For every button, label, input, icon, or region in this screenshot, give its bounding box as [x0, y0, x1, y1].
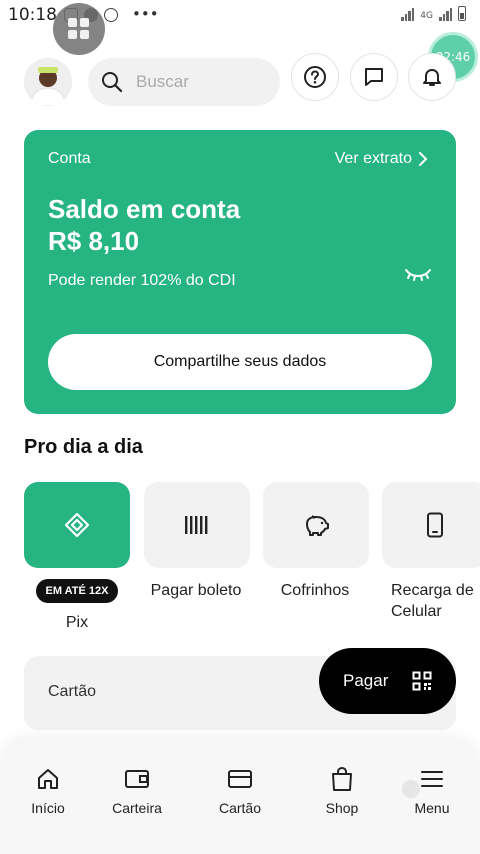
account-label: Conta — [48, 150, 91, 167]
nav-wallet[interactable]: Carteira — [92, 766, 182, 816]
notifications-button[interactable] — [408, 53, 456, 101]
statement-link[interactable]: Ver extrato — [335, 150, 428, 168]
signal-icon-2 — [439, 7, 452, 21]
search-placeholder: Buscar — [136, 72, 189, 91]
nav-menu[interactable]: Menu — [387, 766, 477, 816]
status-time: 10:18 — [8, 5, 57, 25]
help-icon — [304, 66, 326, 88]
share-data-button[interactable]: Compartilhe seus dados — [48, 334, 432, 390]
shortcut-label-pix: Pix — [65, 614, 89, 631]
qr-code-icon — [412, 671, 432, 691]
hide-balance-icon[interactable] — [404, 266, 432, 282]
piggy-bank-icon — [306, 515, 329, 536]
shortcut-pay-bill[interactable] — [144, 482, 250, 568]
balance-card[interactable]: Conta Ver extrato Saldo em conta R$ 8,10… — [24, 130, 456, 414]
barcode-icon — [185, 516, 208, 534]
pix-icon — [64, 512, 90, 538]
nav-home[interactable]: Início — [3, 766, 93, 816]
section-title: Pro dia a dia — [24, 436, 143, 458]
sync-icon — [104, 8, 118, 22]
bell-icon — [423, 69, 441, 86]
search-input[interactable]: Buscar — [88, 58, 280, 106]
avatar[interactable] — [24, 58, 72, 106]
help-button[interactable] — [291, 53, 339, 101]
messages-button[interactable] — [350, 53, 398, 101]
bottom-navigation: ​ Início Carteira Cartão Shop Menu — [0, 740, 480, 854]
shortcut-label-pay-bill: Pagar boleto — [150, 582, 242, 599]
nav-label-menu: Menu — [414, 800, 450, 816]
system-status-icons: 4G — [401, 6, 466, 21]
nav-label-home: Início — [31, 800, 65, 816]
balance-yield-text: Pode render 102% do CDI — [48, 272, 236, 289]
nav-label-card: Cartão — [218, 800, 262, 816]
statement-link-label: Ver extrato — [334, 150, 412, 167]
chevron-right-icon — [419, 152, 428, 166]
phone-icon — [427, 512, 443, 538]
nav-shop[interactable]: Shop — [297, 766, 387, 816]
balance-value: R$ 8,10 — [48, 226, 140, 256]
pay-button-label: Pagar — [343, 671, 389, 690]
signal-icon — [401, 7, 415, 21]
nav-card[interactable]: Cartão — [195, 766, 285, 816]
shortcut-label-savings: Cofrinhos — [280, 582, 350, 599]
shopping-bag-icon — [332, 766, 352, 791]
balance-title: Saldo em conta — [48, 194, 241, 224]
chat-icon — [365, 68, 383, 86]
shortcut-savings[interactable] — [263, 482, 369, 568]
search-icon — [102, 72, 123, 93]
home-icon — [38, 769, 58, 789]
pay-button[interactable]: Pagar — [319, 648, 456, 714]
shortcut-label-phone-topup: Recarga de Celular — [391, 582, 474, 620]
pix-installments-badge: EM ATÉ 12X — [36, 579, 118, 603]
network-type: 4G — [420, 11, 433, 21]
card-icon — [228, 770, 252, 788]
shortcut-phone-topup[interactable] — [382, 482, 480, 568]
shortcut-pix[interactable] — [24, 482, 130, 568]
card-section-label: Cartão — [48, 683, 97, 700]
nav-label-wallet: Carteira — [112, 800, 162, 816]
battery-icon — [458, 6, 466, 21]
nav-label-shop: Shop — [325, 800, 359, 816]
wallet-icon — [125, 770, 149, 788]
menu-icon — [421, 771, 443, 787]
more-notifications-icon: ••• — [132, 5, 159, 23]
floating-widget-button[interactable] — [53, 3, 105, 55]
